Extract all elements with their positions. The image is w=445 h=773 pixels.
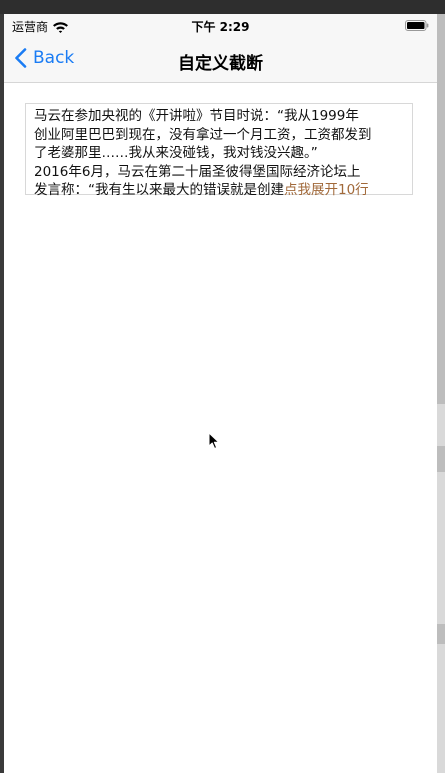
mouse-cursor-icon [208,432,220,449]
battery-icon [405,20,429,31]
text-line: 创业阿里巴巴到现在，没有拿过一个月工资，工资都发到 [34,126,372,143]
expand-link[interactable]: 点我展开10行 [284,182,369,198]
page-title: 自定义截断 [178,54,263,74]
text-line: 马云在参加央视的《开讲啦》节目时说：“我从1999年 [34,108,359,124]
text-line: 2016年6月，马云在第二十届圣彼得堡国际经济论坛上 [34,163,361,180]
truncated-text: 发言称：“我有生以来最大的错误就是创建 [34,182,284,198]
text-line-last: 发言称：“我有生以来最大的错误就是创建点我展开10行 [34,181,405,200]
window-side-strip [437,14,445,773]
side-strip-segment [437,446,445,472]
status-time: 下午 2:29 [191,20,250,34]
text-line: 了老婆那里……我从来没碰钱，我对钱没兴趣。” [34,145,318,161]
phone-screen: 运营商 下午 2:29 Back 自定义截断 马云在参加央视的《开讲啦》节目时说… [4,14,437,773]
truncated-text-label: 马云在参加央视的《开讲啦》节目时说：“我从1999年 创业阿里巴巴到现在，没有拿… [25,103,413,198]
side-strip-segment [437,14,445,404]
navigation-bar: Back 自定义截断 [4,36,437,83]
status-bar: 运营商 下午 2:29 [4,14,437,36]
window-top-strip [0,0,445,14]
side-strip-segment [437,624,445,644]
